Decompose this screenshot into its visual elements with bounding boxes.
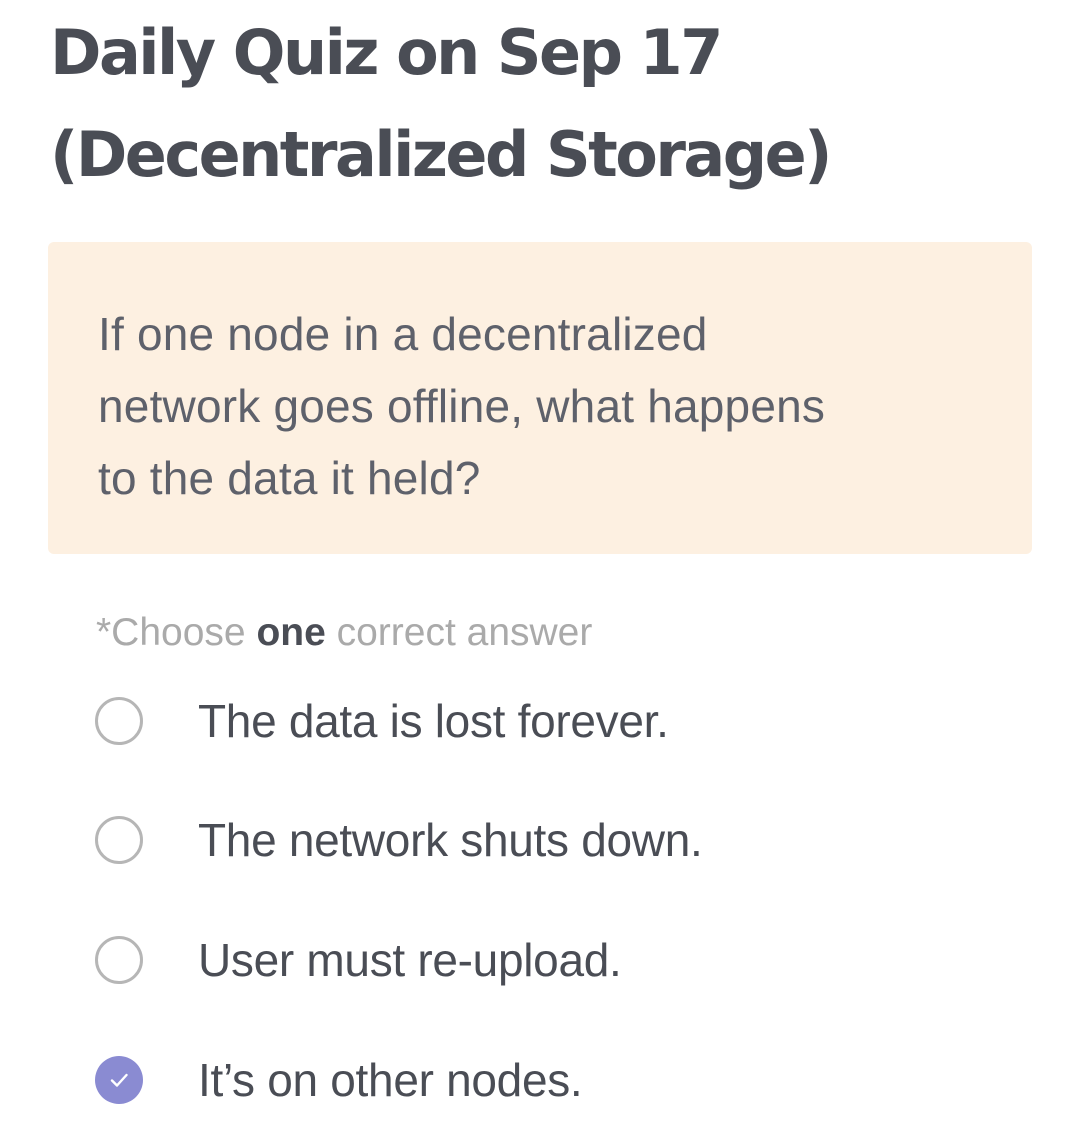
question-line-1: If one node in a decentralized — [98, 308, 708, 360]
answer-instruction: *Choose one correct answer — [96, 608, 592, 658]
answer-option-4[interactable]: It’s on other nodes. — [95, 1050, 1015, 1110]
answer-option-3[interactable]: User must re-upload. — [95, 930, 1015, 990]
question-line-2: network goes offline, what happens — [98, 380, 826, 432]
answer-option-label: It’s on other nodes. — [198, 1054, 583, 1106]
instruction-emphasis: one — [256, 611, 326, 654]
checkmark-icon — [110, 1073, 128, 1087]
title-line-1: Daily Quiz on Sep 17 — [50, 16, 723, 89]
radio-unchecked-icon[interactable] — [95, 936, 143, 984]
radio-checked-button[interactable] — [95, 1056, 143, 1104]
instruction-suffix: correct answer — [325, 611, 593, 654]
answer-option-label: The network shuts down. — [198, 814, 703, 866]
answer-option-1[interactable]: The data is lost forever. — [95, 691, 1015, 751]
radio-unchecked-icon[interactable] — [95, 816, 143, 864]
question-card: If one node in a decentralized network g… — [48, 242, 1032, 554]
answer-option-label: The data is lost forever. — [198, 695, 669, 747]
question-text: If one node in a decentralized network g… — [98, 298, 982, 514]
answer-option-label: User must re-upload. — [198, 934, 622, 986]
instruction-prefix: *Choose — [96, 611, 257, 654]
title-line-2: (Decentralized Storage) — [50, 118, 833, 191]
page-title: Daily Quiz on Sep 17 (Decentralized Stor… — [50, 2, 1050, 206]
answer-option-2[interactable]: The network shuts down. — [95, 810, 1015, 870]
radio-unchecked-icon[interactable] — [95, 697, 143, 745]
question-line-3: to the data it held? — [98, 452, 481, 504]
